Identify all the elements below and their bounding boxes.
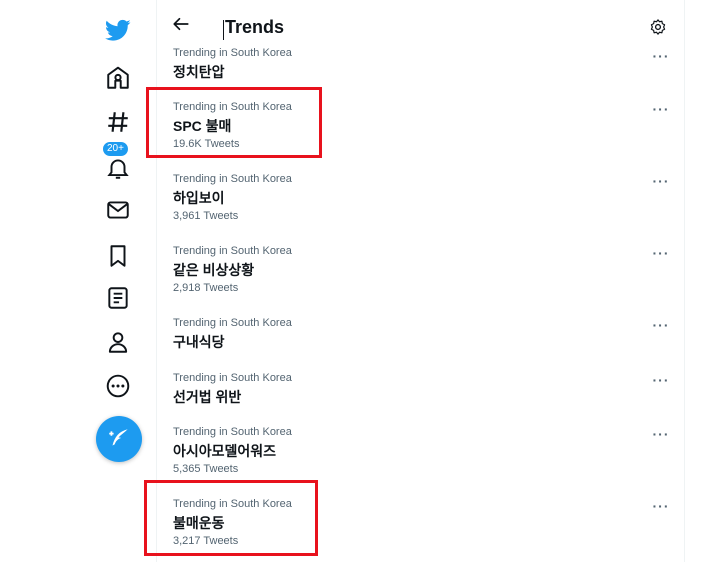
list-icon <box>108 287 128 309</box>
nav-notifications[interactable]: 20+ <box>94 141 142 188</box>
nav-profile[interactable] <box>94 322 142 362</box>
more-dots-icon: ··· <box>652 372 670 388</box>
nav-home[interactable] <box>94 58 142 98</box>
twitter-logo-link[interactable] <box>94 10 142 50</box>
trend-name: 선거법 위반 <box>173 389 242 405</box>
nav-messages[interactable] <box>94 190 142 230</box>
trend-item[interactable]: Trending in South Korea 선거법 위반 ··· <box>157 372 684 417</box>
trend-more-button[interactable]: ··· <box>651 173 671 189</box>
trend-context: Trending in South Korea <box>173 47 292 59</box>
side-nav: 20+ <box>94 0 146 562</box>
more-dots-icon: ··· <box>652 173 670 189</box>
trend-item[interactable]: Trending in South Korea 정치탄압 ··· <box>157 47 684 87</box>
more-dots-icon: ··· <box>652 498 670 514</box>
trend-tweet-count: 3,217 Tweets <box>173 535 239 547</box>
explore-hash-icon <box>108 112 128 132</box>
more-dots-icon: ··· <box>652 426 670 442</box>
twitter-logo-icon <box>105 19 131 41</box>
trend-name: SPC 불매 <box>173 118 232 134</box>
trend-item[interactable]: Trending in South Korea 구내식당 ··· <box>157 317 684 362</box>
trend-tweet-count: 19.6K Tweets <box>173 138 240 150</box>
page-title: Trends <box>225 17 285 37</box>
compose-feather-icon <box>109 429 128 446</box>
trend-context: Trending in South Korea <box>173 372 292 384</box>
trend-context: Trending in South Korea <box>173 101 292 113</box>
page-header: Trends <box>157 0 684 48</box>
compose-tweet-button[interactable] <box>96 416 142 462</box>
trend-tweet-count: 2,918 Tweets <box>173 282 239 294</box>
more-dots-icon: ··· <box>652 101 670 117</box>
trends-column: Trends Trending in South Korea 정치탄압 ··· … <box>156 0 685 562</box>
trend-more-button[interactable]: ··· <box>651 245 671 261</box>
trend-more-button[interactable]: ··· <box>651 498 671 514</box>
trend-tweet-count: 3,961 Tweets <box>173 210 239 222</box>
trend-more-button[interactable]: ··· <box>651 101 671 117</box>
trend-more-button[interactable]: ··· <box>651 426 671 442</box>
trend-name: 하입보이 <box>173 190 225 206</box>
nav-more[interactable] <box>94 366 142 406</box>
more-circle-icon <box>106 374 130 398</box>
settings-gear-icon <box>650 19 666 35</box>
trend-name: 정치탄압 <box>173 64 225 80</box>
trend-more-button[interactable]: ··· <box>651 48 671 64</box>
trend-item[interactable]: Trending in South Korea 아시아모델어워즈 5,365 T… <box>157 426 684 486</box>
trend-item[interactable]: Trending in South Korea 하입보이 3,961 Tweet… <box>157 173 684 233</box>
back-button[interactable] <box>169 12 193 36</box>
trend-name: 구내식당 <box>173 334 225 350</box>
home-icon <box>107 66 129 89</box>
mail-icon <box>107 201 129 219</box>
trend-context: Trending in South Korea <box>173 498 292 510</box>
trend-more-button[interactable]: ··· <box>651 317 671 333</box>
trend-name: 아시아모델어워즈 <box>173 443 277 459</box>
trend-context: Trending in South Korea <box>173 245 292 257</box>
trend-item[interactable]: Trending in South Korea 불매운동 3,217 Tweet… <box>157 498 684 558</box>
more-dots-icon: ··· <box>652 317 670 333</box>
nav-lists[interactable] <box>94 278 142 318</box>
profile-icon <box>108 332 128 353</box>
notifications-badge: 20+ <box>102 141 129 157</box>
back-arrow-icon <box>173 17 189 31</box>
nav-explore[interactable] <box>94 102 142 142</box>
text-cursor <box>223 20 224 40</box>
bookmark-icon <box>110 245 126 267</box>
bell-icon <box>107 159 129 179</box>
trend-name: 같은 비상상황 <box>173 262 255 278</box>
trend-context: Trending in South Korea <box>173 173 292 185</box>
settings-button[interactable] <box>649 18 669 38</box>
trend-more-button[interactable]: ··· <box>651 372 671 388</box>
trend-context: Trending in South Korea <box>173 426 292 438</box>
trend-item[interactable]: Trending in South Korea 같은 비상상황 2,918 Tw… <box>157 245 684 305</box>
trend-context: Trending in South Korea <box>173 317 292 329</box>
more-dots-icon: ··· <box>652 48 670 64</box>
trend-name: 불매운동 <box>173 515 225 531</box>
nav-bookmarks[interactable] <box>94 236 142 276</box>
trend-item[interactable]: Trending in South Korea SPC 불매 19.6K Twe… <box>157 101 684 161</box>
more-dots-icon: ··· <box>652 245 670 261</box>
trend-tweet-count: 5,365 Tweets <box>173 463 239 475</box>
